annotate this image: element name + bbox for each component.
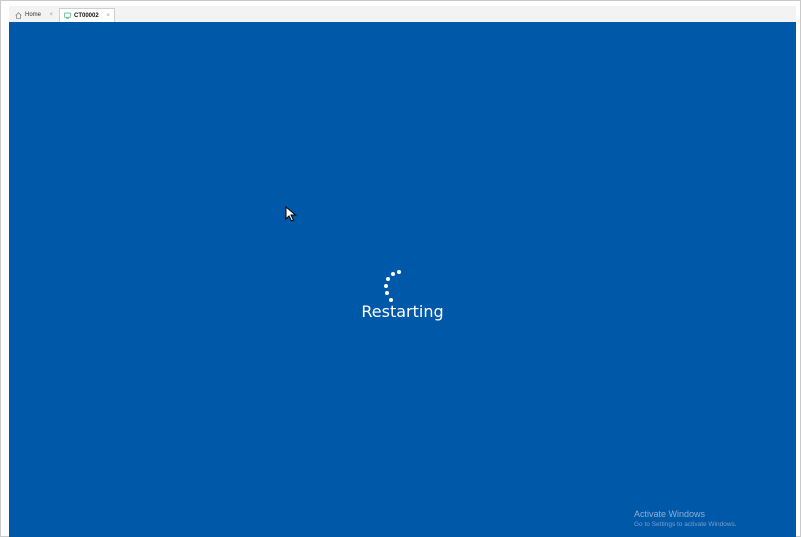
vm-icon — [64, 12, 71, 19]
tab-home[interactable]: Home × — [11, 8, 57, 22]
restarting-status-text: Restarting — [361, 302, 444, 321]
activate-windows-title: Activate Windows — [634, 509, 706, 519]
mouse-cursor-icon — [285, 206, 297, 222]
tab-ct00002-close-icon[interactable]: × — [106, 13, 110, 19]
activate-windows-subtitle: Go to Settings to activate Windows. — [634, 521, 737, 528]
tab-home-close-icon[interactable]: × — [49, 12, 53, 18]
tab-ct00002[interactable]: CT00002 × — [59, 8, 115, 22]
home-icon — [15, 11, 22, 19]
tab-ct00002-label: CT00002 — [74, 12, 99, 19]
tab-bar: Home × CT00002 × — [9, 6, 796, 23]
vm-console-screen[interactable]: Restarting Activate Windows Go to Settin… — [9, 22, 796, 537]
tab-home-label: Home — [25, 12, 42, 18]
app-window: Home × CT00002 × Restarting Activate Win… — [0, 0, 801, 537]
